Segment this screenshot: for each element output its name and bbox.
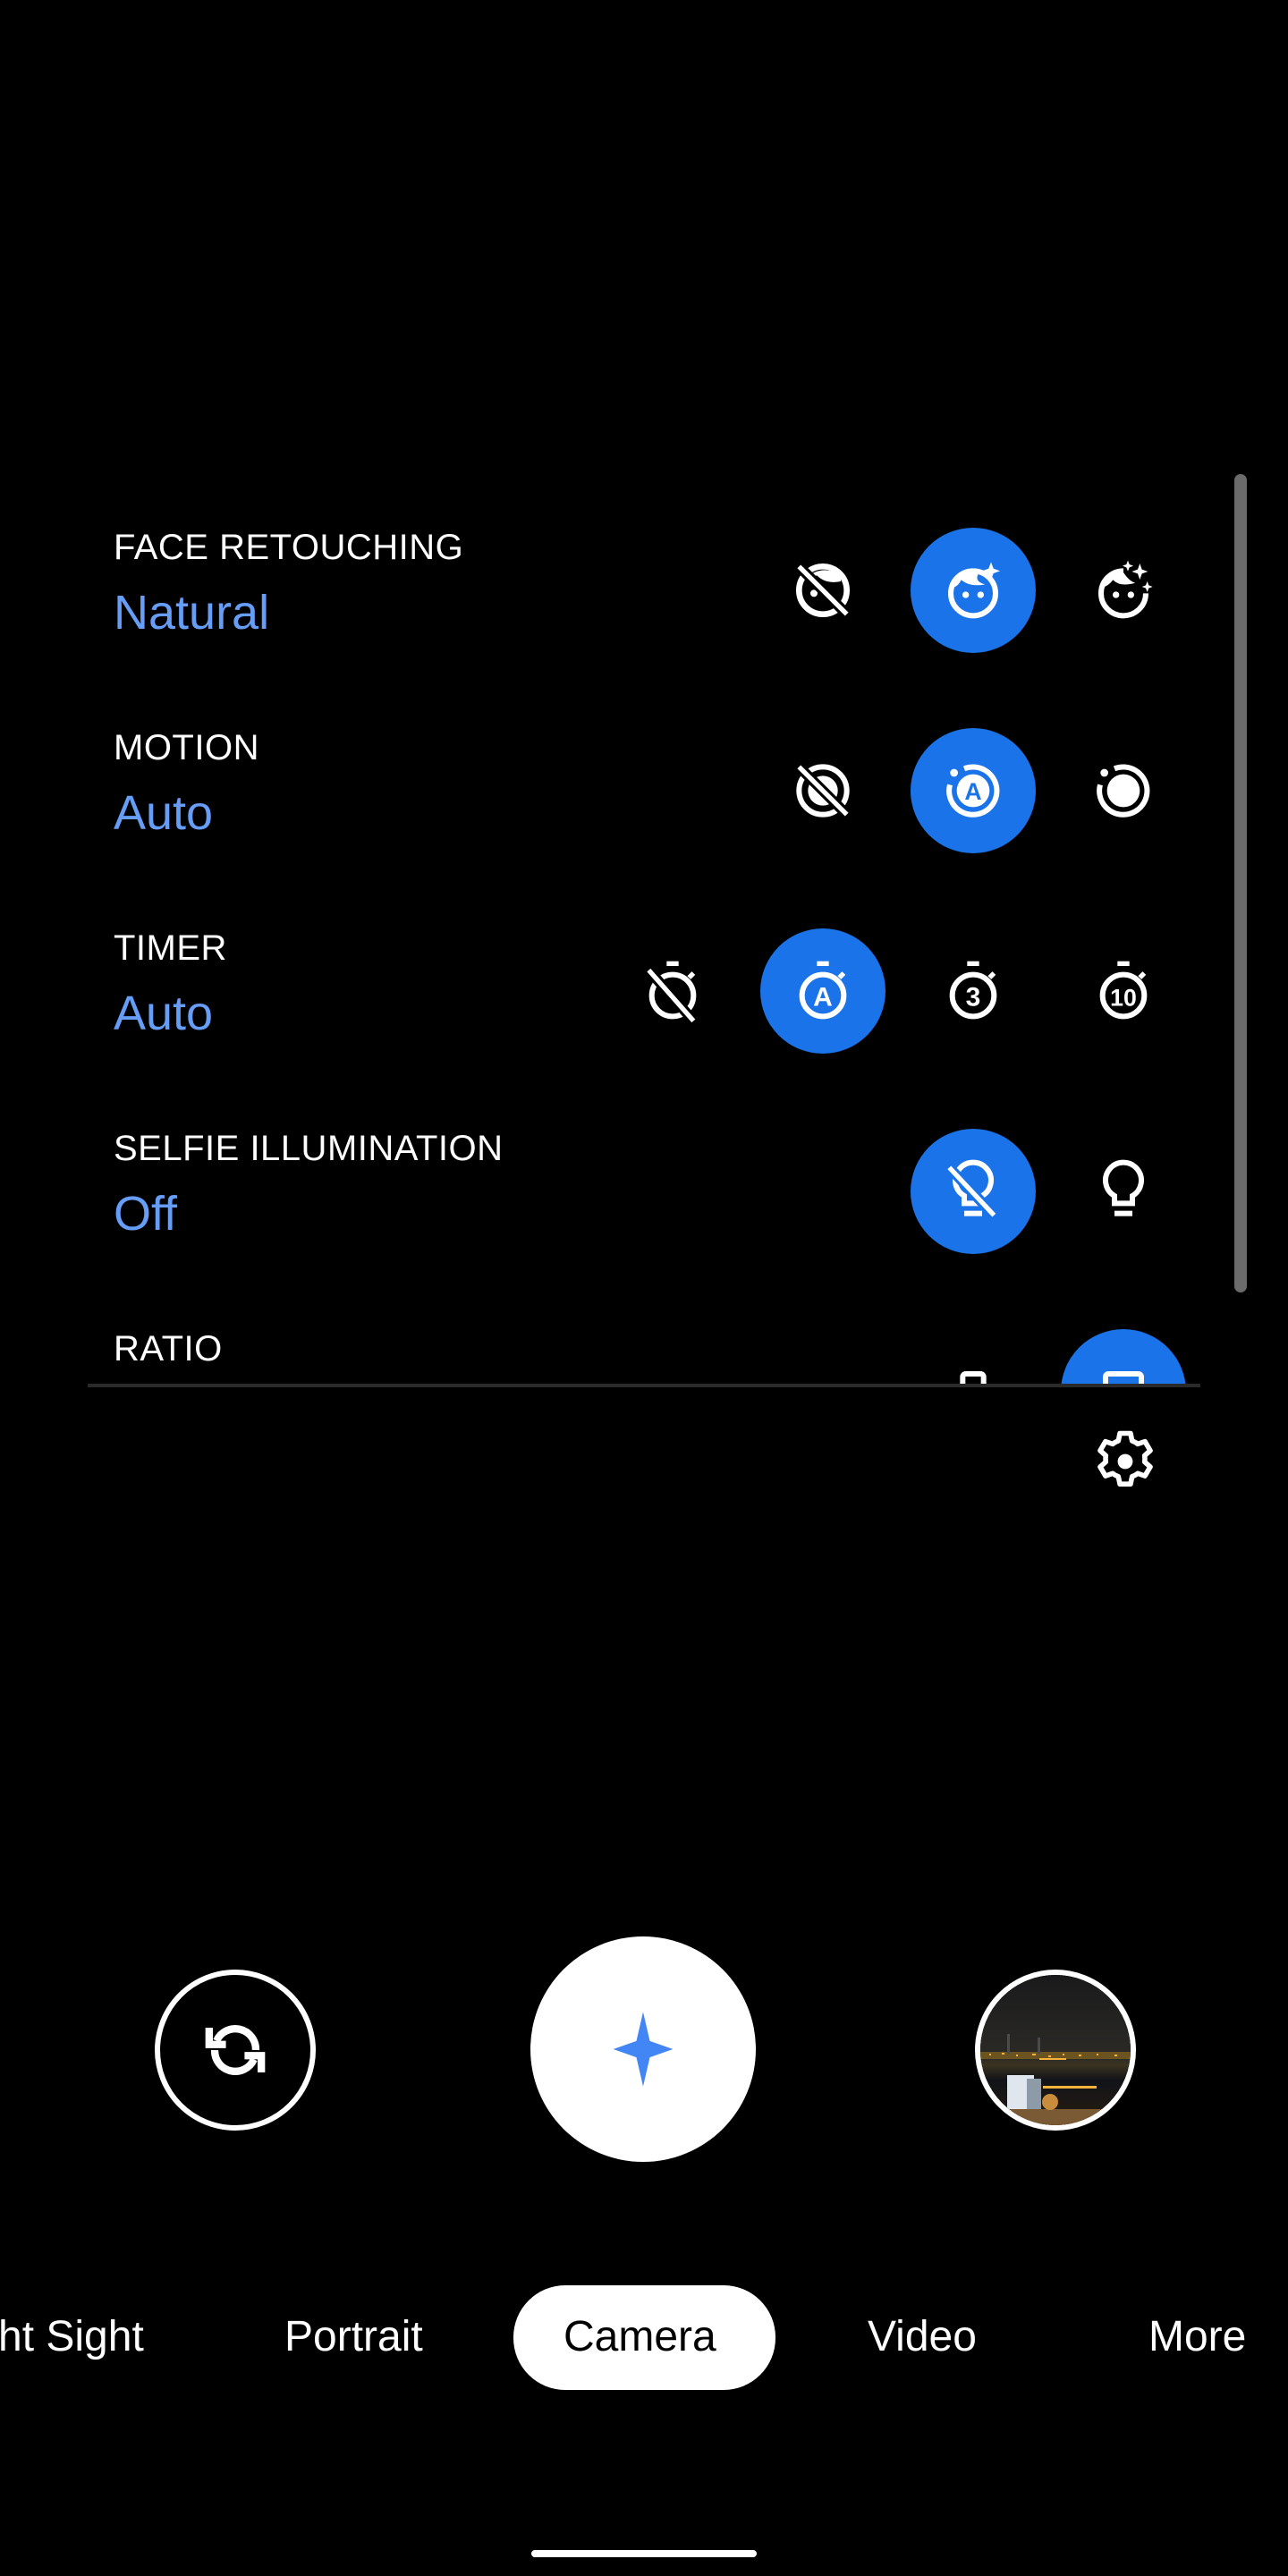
ratio-portrait-icon [960,1371,987,1385]
setting-label: RATIO [114,1329,223,1368]
timer-auto-icon: A [799,961,847,1020]
motion-auto-icon: A [946,764,1000,818]
svg-text:10: 10 [1110,985,1137,1012]
lightbulb-off-icon [945,1159,998,1219]
svg-text:A: A [813,983,833,1013]
mode-night-sight[interactable]: ht Sight [0,2310,144,2364]
timer-off-button[interactable] [610,928,735,1054]
face-retouching-natural-icon [948,562,1000,619]
face-retouching-off-button[interactable] [760,528,886,653]
face-retouching-smooth-icon [1098,560,1153,619]
flip-camera-icon [205,2025,266,2075]
settings-button[interactable] [1088,1424,1163,1499]
lightbulb-icon [1103,1159,1144,1216]
setting-label: FACE RETOUCHING [114,528,464,567]
setting-label: SELFIE ILLUMINATION [114,1129,504,1168]
ratio-full-icon [1103,1371,1144,1385]
motion-off-button[interactable] [760,728,886,853]
sparkle-icon [613,2012,674,2087]
setting-row-ratio: RATIO [88,1293,1202,1385]
motion-on-button[interactable] [1061,728,1186,853]
setting-row-timer: TIMER Auto A 3 10 [88,893,1202,1093]
flip-camera-button[interactable] [155,1970,316,2131]
timer-off-icon [644,961,698,1025]
setting-row-motion: MOTION Auto A [88,692,1202,893]
svg-text:3: 3 [966,983,981,1013]
mode-portrait[interactable]: Portrait [284,2310,423,2364]
setting-row-selfie-illumination: SELFIE ILLUMINATION Off [88,1093,1202,1293]
mode-camera[interactable]: Camera [564,2310,716,2364]
setting-value: Off [114,1187,178,1241]
timer-3s-icon: 3 [949,961,997,1020]
selfie-illumination-on-button[interactable] [1061,1129,1186,1254]
last-photo-thumbnail[interactable] [975,1970,1136,2131]
motion-on-icon [1097,764,1150,818]
timer-3s-button[interactable]: 3 [911,928,1036,1054]
motion-off-icon [795,763,851,818]
panel-divider [88,1384,1200,1387]
face-retouching-natural-button[interactable] [911,528,1036,653]
home-indicator[interactable] [531,2550,757,2557]
photo-thumbnail-image [980,1975,1131,2125]
face-retouching-off-icon [795,563,851,618]
setting-value: Auto [114,987,214,1040]
ratio-portrait-button[interactable] [911,1329,1036,1385]
timer-auto-button[interactable]: A [760,928,886,1054]
setting-label: TIMER [114,928,227,968]
mode-video[interactable]: Video [868,2310,977,2364]
svg-text:A: A [964,778,981,805]
selfie-illumination-off-button[interactable] [911,1129,1036,1254]
face-retouching-smooth-button[interactable] [1061,528,1186,653]
settings-scrollbar[interactable] [1234,474,1247,1292]
quick-settings-panel: FACE RETOUCHING Natural MOTION Auto A TI… [88,483,1202,1385]
mode-more[interactable]: More [1148,2310,1246,2364]
gear-icon [1097,1430,1153,1487]
shutter-button[interactable] [530,1936,756,2162]
ratio-full-button[interactable] [1061,1329,1186,1385]
setting-label: MOTION [114,728,259,767]
timer-10s-icon: 10 [1099,961,1148,1020]
setting-row-face-retouching: FACE RETOUCHING Natural [88,492,1202,692]
setting-value: Natural [114,586,270,640]
motion-auto-button[interactable]: A [911,728,1036,853]
setting-value: Auto [114,786,214,840]
timer-10s-button[interactable]: 10 [1061,928,1186,1054]
